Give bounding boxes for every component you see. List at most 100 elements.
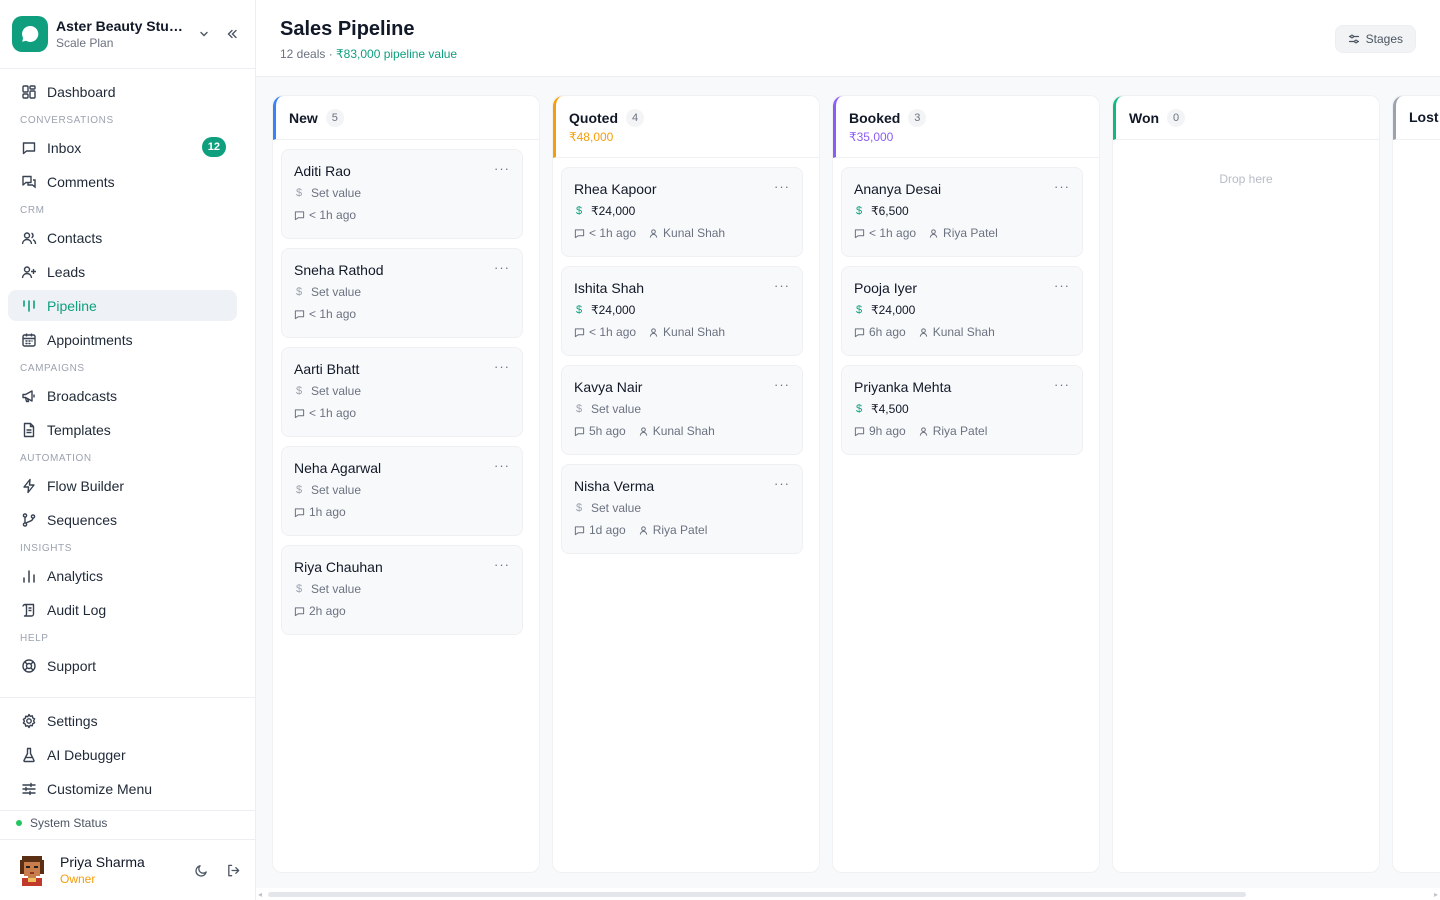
deal-contact-name: Nisha Verma — [574, 478, 655, 494]
more-options-icon[interactable]: ··· — [774, 278, 790, 293]
sidebar-item-leads[interactable]: Leads — [8, 256, 237, 287]
deal-value[interactable]: $ Set value — [294, 186, 510, 200]
collapse-sidebar-icon[interactable] — [220, 22, 244, 46]
deal-card[interactable]: Sneha Rathod ··· $ Set value < 1h ago — [281, 248, 523, 338]
more-options-icon[interactable]: ··· — [1054, 377, 1070, 392]
pipeline-column[interactable]: Lost — [1392, 95, 1440, 873]
column-header[interactable]: Booked 3 ₹35,000 — [833, 96, 1099, 158]
column-title: Won — [1129, 110, 1160, 126]
sidebar-item-contacts[interactable]: Contacts — [8, 222, 237, 253]
more-options-icon[interactable]: ··· — [494, 359, 510, 374]
chat-icon — [854, 228, 865, 239]
sidebar-item-inbox[interactable]: Inbox 12 — [8, 132, 237, 163]
sidebar-item-support[interactable]: Support — [8, 650, 237, 681]
deal-card[interactable]: Rhea Kapoor ··· $ ₹24,000 < 1h ago Kunal Shah — [561, 167, 803, 257]
sidebar-item-pipeline[interactable]: Pipeline — [8, 290, 237, 321]
deal-card[interactable]: Pooja Iyer ··· $ ₹24,000 6h ago Kunal Shah — [841, 266, 1083, 356]
deal-value[interactable]: $ Set value — [294, 582, 510, 596]
sidebar-item-audit-log[interactable]: Audit Log — [8, 594, 237, 625]
column-title: Booked — [849, 110, 901, 126]
sidebar-item-flow-builder[interactable]: Flow Builder — [8, 470, 237, 501]
sidebar-item-dashboard[interactable]: Dashboard — [8, 76, 237, 107]
sidebar-item-appointments[interactable]: Appointments — [8, 324, 237, 355]
column-header[interactable]: Won 0 — [1113, 96, 1379, 140]
scroll-icon — [20, 601, 38, 619]
pipeline-column[interactable]: Booked 3 ₹35,000 Ananya Desai ··· $ ₹6,500 < 1h… — [832, 95, 1100, 873]
deal-contact-name: Aditi Rao — [294, 163, 351, 179]
more-options-icon[interactable]: ··· — [494, 161, 510, 176]
sidebar-item-ai-debugger[interactable]: AI Debugger — [8, 739, 237, 770]
deal-card[interactable]: Ishita Shah ··· $ ₹24,000 < 1h ago Kunal Shah — [561, 266, 803, 356]
column-header[interactable]: Quoted 4 ₹48,000 — [553, 96, 819, 158]
deal-value-text: Set value — [311, 582, 362, 596]
system-status[interactable]: System Status — [16, 816, 107, 830]
column-header[interactable]: New 5 — [273, 96, 539, 140]
deal-card[interactable]: Nisha Verma ··· $ Set value 1d ago Riya Patel — [561, 464, 803, 554]
horizontal-scrollbar[interactable]: ◂ ▸ — [256, 888, 1440, 900]
deal-value[interactable]: $ Set value — [574, 402, 790, 416]
workspace-switcher[interactable]: Aster Beauty Studio Scale Plan — [12, 15, 244, 53]
deal-contact-name: Pooja Iyer — [854, 280, 918, 296]
user-role: Owner — [60, 872, 96, 886]
logout-icon[interactable] — [220, 857, 246, 883]
avatar[interactable] — [16, 854, 48, 886]
sidebar-item-label: Inbox — [47, 139, 82, 156]
column-title: Quoted — [569, 110, 618, 126]
deal-last-activity: 9h ago — [869, 424, 906, 438]
sidebar-item-label: Pipeline — [47, 297, 97, 314]
scroll-right-arrow-icon[interactable]: ▸ — [1434, 890, 1438, 899]
deal-card[interactable]: Priyanka Mehta ··· $ ₹4,500 9h ago Riya Patel — [841, 365, 1083, 455]
theme-toggle-moon-icon[interactable] — [188, 857, 214, 883]
deal-owner-name: Riya Patel — [932, 424, 988, 438]
pipeline-column[interactable]: Won 0 Drop here — [1112, 95, 1380, 873]
more-options-icon[interactable]: ··· — [1054, 179, 1070, 194]
deal-card[interactable]: Aditi Rao ··· $ Set value < 1h ago — [281, 149, 523, 239]
column-title: New — [289, 110, 318, 126]
sidebar-item-broadcasts[interactable]: Broadcasts — [8, 380, 237, 411]
scrollbar-thumb[interactable] — [268, 892, 1246, 897]
deal-value[interactable]: $ Set value — [294, 384, 510, 398]
deal-card[interactable]: Riya Chauhan ··· $ Set value 2h ago — [281, 545, 523, 635]
deal-meta: 6h ago Kunal Shah — [854, 325, 1070, 339]
more-options-icon[interactable]: ··· — [494, 557, 510, 572]
chevron-down-icon[interactable] — [194, 24, 214, 44]
deal-value[interactable]: $ Set value — [294, 483, 510, 497]
pipeline-column[interactable]: Quoted 4 ₹48,000 Rhea Kapoor ··· $ ₹24,000 < 1h… — [552, 95, 820, 873]
pipeline-icon — [20, 297, 38, 315]
separator-dot: · — [325, 47, 337, 61]
deal-card[interactable]: Ananya Desai ··· $ ₹6,500 < 1h ago Riya Patel — [841, 167, 1083, 257]
more-options-icon[interactable]: ··· — [494, 458, 510, 473]
deal-value-text: Set value — [311, 285, 362, 299]
deal-value[interactable]: $ Set value — [574, 501, 790, 515]
deal-meta: < 1h ago Kunal Shah — [574, 325, 790, 339]
deal-card[interactable]: Neha Agarwal ··· $ Set value 1h ago — [281, 446, 523, 536]
deal-value-text: Set value — [311, 483, 362, 497]
more-options-icon[interactable]: ··· — [494, 260, 510, 275]
deal-value-text: ₹24,000 — [591, 303, 636, 317]
deal-last-activity: 1h ago — [309, 505, 346, 519]
deal-meta: < 1h ago — [294, 208, 510, 222]
column-header[interactable]: Lost — [1393, 96, 1440, 140]
dollar-icon: $ — [855, 403, 863, 415]
more-options-icon[interactable]: ··· — [774, 377, 790, 392]
pipeline-column[interactable]: New 5 Aditi Rao ··· $ Set value < 1h ago Sneha … — [272, 95, 540, 873]
deal-card[interactable]: Aarti Bhatt ··· $ Set value < 1h ago — [281, 347, 523, 437]
deal-value-text: ₹6,500 — [871, 204, 909, 218]
sidebar-item-sequences[interactable]: Sequences — [8, 504, 237, 535]
sidebar-item-settings[interactable]: Settings — [8, 705, 237, 736]
pipeline-board: New 5 Aditi Rao ··· $ Set value < 1h ago Sneha … — [256, 78, 1440, 888]
more-options-icon[interactable]: ··· — [774, 179, 790, 194]
sidebar-item-templates[interactable]: Templates — [8, 414, 237, 445]
stages-button[interactable]: Stages — [1334, 25, 1416, 53]
deal-card[interactable]: Kavya Nair ··· $ Set value 5h ago Kunal Shah — [561, 365, 803, 455]
scroll-left-arrow-icon[interactable]: ◂ — [258, 890, 262, 899]
sidebar-item-analytics[interactable]: Analytics — [8, 560, 237, 591]
more-options-icon[interactable]: ··· — [774, 476, 790, 491]
drop-zone[interactable]: Drop here — [1113, 172, 1379, 186]
sidebar-item-customize-menu[interactable]: Customize Menu — [8, 773, 237, 804]
more-options-icon[interactable]: ··· — [1054, 278, 1070, 293]
sidebar: Aster Beauty Studio Scale Plan Dashboard… — [0, 0, 256, 900]
sidebar-item-comments[interactable]: Comments — [8, 166, 237, 197]
section-label: CONVERSATIONS — [20, 115, 114, 126]
deal-value[interactable]: $ Set value — [294, 285, 510, 299]
